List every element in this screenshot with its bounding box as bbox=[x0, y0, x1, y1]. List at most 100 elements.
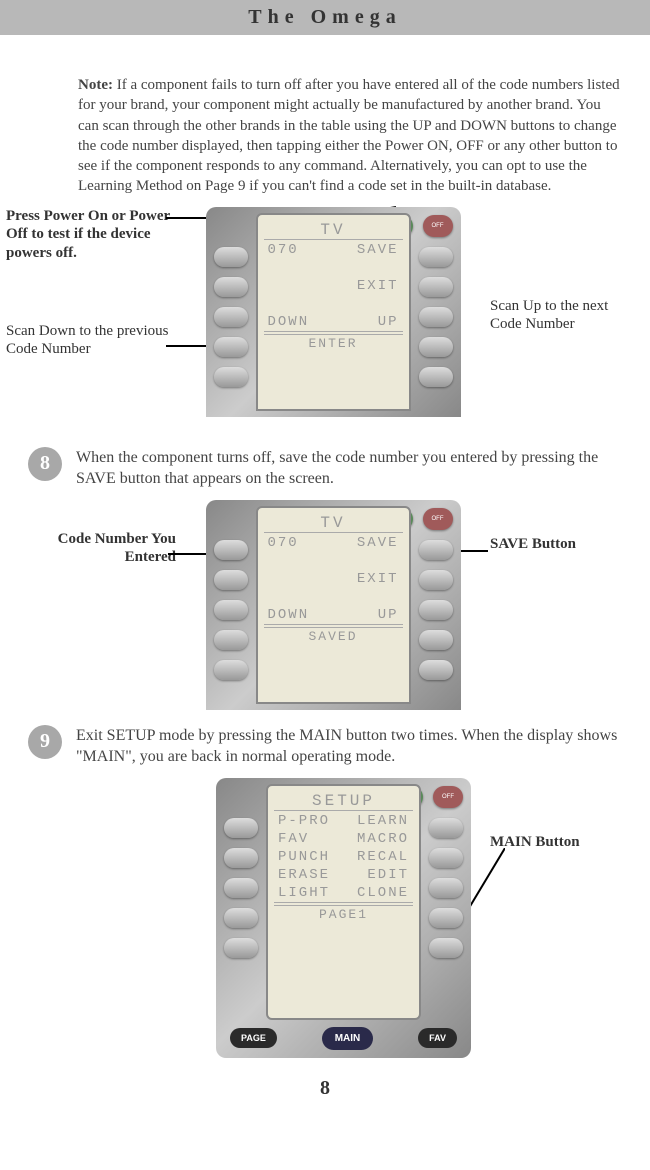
step-number-9: 9 bbox=[28, 725, 62, 759]
side-button bbox=[214, 570, 248, 590]
screen-row: PUNCHRECAL bbox=[274, 849, 413, 865]
side-button bbox=[224, 878, 258, 898]
side-button bbox=[429, 878, 463, 898]
side-button bbox=[419, 367, 453, 387]
side-button bbox=[429, 818, 463, 838]
side-button bbox=[214, 630, 248, 650]
left-side-buttons bbox=[224, 818, 258, 968]
screen-blank bbox=[264, 553, 403, 569]
side-button bbox=[224, 818, 258, 838]
down-label: DOWN bbox=[268, 607, 310, 623]
side-button bbox=[429, 938, 463, 958]
save-label: SAVE bbox=[357, 242, 399, 258]
side-button bbox=[419, 247, 453, 267]
side-button bbox=[214, 277, 248, 297]
side-button bbox=[214, 540, 248, 560]
side-button bbox=[429, 908, 463, 928]
step-8: 8 When the component turns off, save the… bbox=[0, 427, 650, 500]
screen-row: FAVMACRO bbox=[274, 831, 413, 847]
screen-title: TV bbox=[264, 221, 403, 240]
main-button: MAIN bbox=[322, 1027, 374, 1050]
side-button bbox=[419, 660, 453, 680]
page-button: PAGE bbox=[230, 1028, 277, 1048]
code-number: 070 bbox=[268, 242, 299, 258]
remote-illustration-2: ON OFF TV 070 SAVE bbox=[206, 500, 461, 710]
invisible-btn bbox=[214, 215, 244, 237]
screen-row: 070 SAVE bbox=[264, 535, 403, 551]
screen-title: SETUP bbox=[274, 792, 413, 811]
screen-blank bbox=[264, 296, 403, 312]
side-button bbox=[224, 908, 258, 928]
side-button bbox=[419, 630, 453, 650]
exit-label: EXIT bbox=[357, 571, 399, 587]
right-side-buttons bbox=[429, 818, 463, 968]
callout-scan-down: Scan Down to the previous Code Number bbox=[6, 322, 176, 358]
screen-footer: PAGE1 bbox=[274, 905, 413, 922]
side-button bbox=[419, 307, 453, 327]
screen-row: EXIT bbox=[264, 571, 403, 587]
side-button bbox=[419, 337, 453, 357]
fav-button: FAV bbox=[418, 1028, 457, 1048]
right-side-buttons bbox=[419, 540, 453, 690]
exit-label: EXIT bbox=[357, 278, 399, 294]
note-label: Note: bbox=[78, 77, 113, 93]
invisible-btn bbox=[224, 786, 254, 808]
side-button bbox=[214, 660, 248, 680]
side-button bbox=[224, 848, 258, 868]
screen-row: DOWN UP bbox=[264, 607, 403, 625]
screen-row: EXIT bbox=[264, 278, 403, 294]
side-button bbox=[214, 600, 248, 620]
screen-row: DOWN UP bbox=[264, 314, 403, 332]
callout-scan-up: Scan Up to the next Code Number bbox=[490, 297, 620, 335]
screen-row: 070 SAVE bbox=[264, 242, 403, 258]
side-button bbox=[419, 277, 453, 297]
save-label: SAVE bbox=[357, 535, 399, 551]
off-button: OFF bbox=[423, 508, 453, 530]
up-label: UP bbox=[378, 607, 399, 623]
page-header: The Omega bbox=[0, 0, 650, 35]
step-9-text: Exit SETUP mode by pressing the MAIN but… bbox=[76, 725, 620, 768]
screen-row: ERASEEDIT bbox=[274, 867, 413, 883]
down-label: DOWN bbox=[268, 314, 310, 330]
side-button bbox=[214, 337, 248, 357]
bottom-button-row: PAGE MAIN FAV bbox=[230, 1027, 457, 1050]
step-9: 9 Exit SETUP mode by pressing the MAIN b… bbox=[0, 715, 650, 778]
side-button bbox=[419, 570, 453, 590]
note-text: If a component fails to turn off after y… bbox=[78, 77, 620, 194]
step-number-8: 8 bbox=[28, 447, 62, 481]
screen-footer: SAVED bbox=[264, 627, 403, 644]
screen-title: TV bbox=[264, 514, 403, 533]
lcd-screen-1: TV 070 SAVE EXIT DOWN UP ENTER bbox=[256, 213, 411, 411]
lcd-screen-3: SETUP P-PROLEARN FAVMACRO PUNCHRECAL ERA… bbox=[266, 784, 421, 1020]
callout-code-entered: Code Number You Entered bbox=[6, 530, 176, 568]
off-button: OFF bbox=[433, 786, 463, 808]
off-button: OFF bbox=[423, 215, 453, 237]
left-side-buttons bbox=[214, 540, 248, 690]
callout-power-test: Press Power On or Power Off to test if t… bbox=[6, 207, 176, 263]
side-button bbox=[214, 247, 248, 267]
step-8-text: When the component turns off, save the c… bbox=[76, 447, 620, 490]
side-button bbox=[429, 848, 463, 868]
lcd-screen-2: TV 070 SAVE EXIT DOWN UP SAVED bbox=[256, 506, 411, 704]
side-button bbox=[419, 540, 453, 560]
page-number: 8 bbox=[0, 1063, 650, 1114]
remote-illustration-3: ON OFF SETUP P-PROLEARN FAVMACRO PUNC bbox=[216, 778, 471, 1058]
code-number: 070 bbox=[268, 535, 299, 551]
invisible-btn bbox=[214, 508, 244, 530]
screen-blank bbox=[264, 589, 403, 605]
up-label: UP bbox=[378, 314, 399, 330]
callout-save-button: SAVE Button bbox=[490, 535, 620, 554]
side-button bbox=[224, 938, 258, 958]
side-button bbox=[214, 367, 248, 387]
screen-row: LIGHTCLONE bbox=[274, 885, 413, 903]
right-side-buttons bbox=[419, 247, 453, 397]
screen-blank bbox=[264, 260, 403, 276]
remote-illustration-1: ON OFF TV 070 SAVE bbox=[206, 207, 461, 417]
screen-footer: ENTER bbox=[264, 334, 403, 351]
callout-main-button: MAIN Button bbox=[490, 833, 620, 852]
note-paragraph: Note: If a component fails to turn off a… bbox=[0, 35, 650, 207]
side-button bbox=[419, 600, 453, 620]
screen-row: P-PROLEARN bbox=[274, 813, 413, 829]
left-side-buttons bbox=[214, 247, 248, 397]
side-button bbox=[214, 307, 248, 327]
